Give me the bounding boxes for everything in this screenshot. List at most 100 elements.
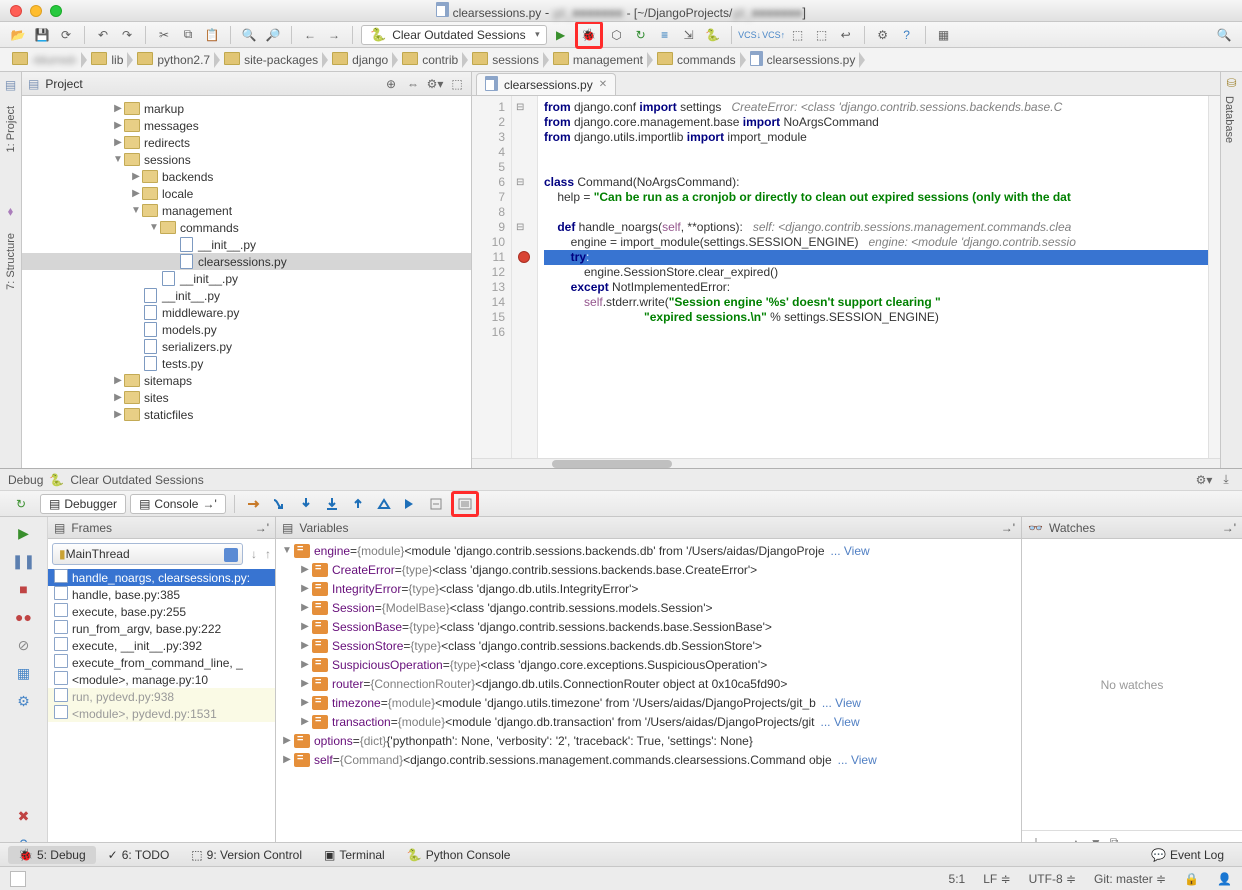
variable-row[interactable]: ▶transaction = {module} <module 'django.… bbox=[276, 712, 1021, 731]
run-config-dropdown[interactable]: Clear Outdated Sessions bbox=[361, 25, 547, 45]
frame-row[interactable]: run_from_argv, base.py:222 bbox=[48, 620, 275, 637]
restore-icon[interactable]: →' bbox=[1222, 521, 1236, 535]
view-breakpoints-icon[interactable]: ●● bbox=[14, 607, 34, 627]
crumb[interactable]: lib bbox=[87, 50, 133, 70]
expand-arrow-icon[interactable]: ▶ bbox=[298, 583, 312, 594]
expand-arrow-icon[interactable]: ▶ bbox=[298, 621, 312, 632]
tree-row[interactable]: __init__.py bbox=[22, 287, 471, 304]
frame-row[interactable]: <module>, manage.py:10 bbox=[48, 671, 275, 688]
database-tab[interactable]: Database bbox=[1221, 90, 1237, 149]
scroll-from-source-icon[interactable]: ⊕ bbox=[383, 76, 399, 92]
thread-selector[interactable]: ▮ MainThread bbox=[52, 543, 243, 565]
scrollbar-thumb[interactable] bbox=[552, 460, 672, 468]
breakpoint-icon[interactable] bbox=[518, 251, 530, 263]
expand-arrow-icon[interactable]: ▶ bbox=[130, 171, 142, 182]
step-into-icon[interactable] bbox=[295, 494, 317, 514]
variable-row[interactable]: ▶timezone = {module} <module 'django.uti… bbox=[276, 693, 1021, 712]
variable-row[interactable]: ▶SessionBase = {type} <class 'django.con… bbox=[276, 617, 1021, 636]
show-execution-point-icon[interactable] bbox=[243, 494, 265, 514]
step-over-icon[interactable] bbox=[269, 494, 291, 514]
line-ending[interactable]: LF ≑ bbox=[983, 872, 1010, 886]
search-everywhere-icon[interactable]: 🔍 bbox=[1214, 25, 1234, 45]
pin-icon[interactable]: ✖ bbox=[14, 806, 34, 826]
collapse-all-icon[interactable]: ⇔ bbox=[405, 76, 421, 92]
variable-row[interactable]: ▶self = {Command} <django.contrib.sessio… bbox=[276, 750, 1021, 769]
restore-layout-icon[interactable]: ⤓ bbox=[1218, 472, 1234, 488]
variable-row[interactable]: ▶CreateError = {type} <class 'django.con… bbox=[276, 560, 1021, 579]
variable-row[interactable]: ▼engine = {module} <module 'django.contr… bbox=[276, 541, 1021, 560]
structure-tab[interactable]: 7: Structure bbox=[3, 227, 19, 296]
code-area[interactable]: from django.conf import settings CreateE… bbox=[538, 96, 1208, 458]
frame-row[interactable]: execute, __init__.py:392 bbox=[48, 637, 275, 654]
expand-arrow-icon[interactable]: ▶ bbox=[112, 120, 124, 131]
tree-row[interactable]: clearsessions.py bbox=[22, 253, 471, 270]
expand-arrow-icon[interactable]: ▼ bbox=[112, 154, 124, 165]
layout-icon[interactable]: ▦ bbox=[14, 663, 34, 683]
frames-list[interactable]: handle_noargs, clearsessions.py:handle, … bbox=[48, 569, 275, 854]
variable-row[interactable]: ▶router = {ConnectionRouter} <django.db.… bbox=[276, 674, 1021, 693]
error-stripe[interactable] bbox=[1208, 96, 1220, 458]
rerun-icon[interactable]: ↻ bbox=[631, 25, 651, 45]
open-file-icon[interactable]: 📂 bbox=[8, 25, 28, 45]
expand-arrow-icon[interactable]: ▶ bbox=[298, 602, 312, 613]
crumb[interactable]: commands bbox=[653, 50, 746, 70]
paste-icon[interactable]: 📋 bbox=[202, 25, 222, 45]
project-tab[interactable]: 1: Project bbox=[3, 100, 19, 158]
expand-arrow-icon[interactable]: ▶ bbox=[280, 735, 294, 746]
rerun-debug-icon[interactable]: ↻ bbox=[6, 497, 36, 511]
view-link[interactable]: ... View bbox=[822, 696, 861, 710]
variable-row[interactable]: ▶Session = {ModelBase} <class 'django.co… bbox=[276, 598, 1021, 617]
debug-tool-tab[interactable]: 🐞 5: Debug bbox=[8, 846, 96, 864]
expand-arrow-icon[interactable]: ▼ bbox=[130, 205, 142, 216]
frame-row[interactable]: handle, base.py:385 bbox=[48, 586, 275, 603]
tree-row[interactable]: models.py bbox=[22, 321, 471, 338]
expand-arrow-icon[interactable]: ▶ bbox=[112, 103, 124, 114]
caret-position[interactable]: 5:1 bbox=[949, 872, 966, 886]
step-out-icon[interactable] bbox=[347, 494, 369, 514]
run-icon[interactable]: ▶ bbox=[551, 25, 571, 45]
tree-row[interactable]: middleware.py bbox=[22, 304, 471, 321]
frame-row[interactable]: execute, base.py:255 bbox=[48, 603, 275, 620]
expand-arrow-icon[interactable]: ▶ bbox=[112, 392, 124, 403]
expand-arrow-icon[interactable]: ▶ bbox=[298, 640, 312, 651]
stop-icon[interactable]: ■ bbox=[14, 579, 34, 599]
python-console-tool-tab[interactable]: 🐍 Python Console bbox=[397, 846, 521, 864]
expand-arrow-icon[interactable]: ▶ bbox=[298, 716, 312, 727]
expand-arrow-icon[interactable]: ▶ bbox=[298, 564, 312, 575]
find-icon[interactable]: 🔍 bbox=[239, 25, 259, 45]
project-tree[interactable]: ▶markup▶messages▶redirects▼sessions▶back… bbox=[22, 96, 471, 468]
frame-row[interactable]: execute_from_command_line, _ bbox=[48, 654, 275, 671]
gear-icon[interactable]: ⚙▾ bbox=[427, 76, 443, 92]
vcs-commit-icon[interactable]: VCS↑ bbox=[764, 25, 784, 45]
vcs-tool-tab[interactable]: ⬚ 9: Version Control bbox=[181, 846, 312, 864]
tree-row[interactable]: ▶markup bbox=[22, 100, 471, 117]
tree-row[interactable]: ▶sitemaps bbox=[22, 372, 471, 389]
crumb[interactable]: site-packages bbox=[220, 50, 328, 70]
evaluate-icon[interactable] bbox=[425, 494, 447, 514]
todo-tool-tab[interactable]: ✓ 6: TODO bbox=[98, 846, 180, 864]
run-to-cursor-icon[interactable] bbox=[399, 494, 421, 514]
console-tab[interactable]: ▤Console →' bbox=[130, 494, 226, 514]
debug-icon[interactable]: 🐞 bbox=[578, 24, 600, 46]
profile-icon[interactable]: ≡ bbox=[655, 25, 675, 45]
view-link[interactable]: ... View bbox=[838, 753, 877, 767]
prev-frame-icon[interactable]: ↓ bbox=[249, 547, 259, 561]
crumb[interactable]: contrib bbox=[398, 50, 468, 70]
expand-arrow-icon[interactable]: ▶ bbox=[298, 659, 312, 670]
resume-icon[interactable]: ▶ bbox=[14, 523, 34, 543]
variable-row[interactable]: ▶IntegrityError = {type} <class 'django.… bbox=[276, 579, 1021, 598]
drop-frame-icon[interactable] bbox=[373, 494, 395, 514]
tree-row[interactable]: ▶sites bbox=[22, 389, 471, 406]
next-frame-icon[interactable]: ↑ bbox=[261, 547, 275, 561]
crumb[interactable]: django bbox=[328, 50, 398, 70]
variable-row[interactable]: ▶SessionStore = {type} <class 'django.co… bbox=[276, 636, 1021, 655]
restore-icon[interactable]: →' bbox=[1001, 521, 1015, 535]
coverage-icon[interactable]: ⬡ bbox=[607, 25, 627, 45]
python-console-icon[interactable]: 🐍 bbox=[703, 25, 723, 45]
mute-breakpoints-icon[interactable]: ⊘ bbox=[14, 635, 34, 655]
tree-row[interactable]: tests.py bbox=[22, 355, 471, 372]
expand-arrow-icon[interactable]: ▶ bbox=[298, 678, 312, 689]
expand-arrow-icon[interactable]: ▶ bbox=[112, 409, 124, 420]
evaluate-expression-icon[interactable] bbox=[454, 494, 476, 514]
tree-row[interactable]: __init__.py bbox=[22, 270, 471, 287]
